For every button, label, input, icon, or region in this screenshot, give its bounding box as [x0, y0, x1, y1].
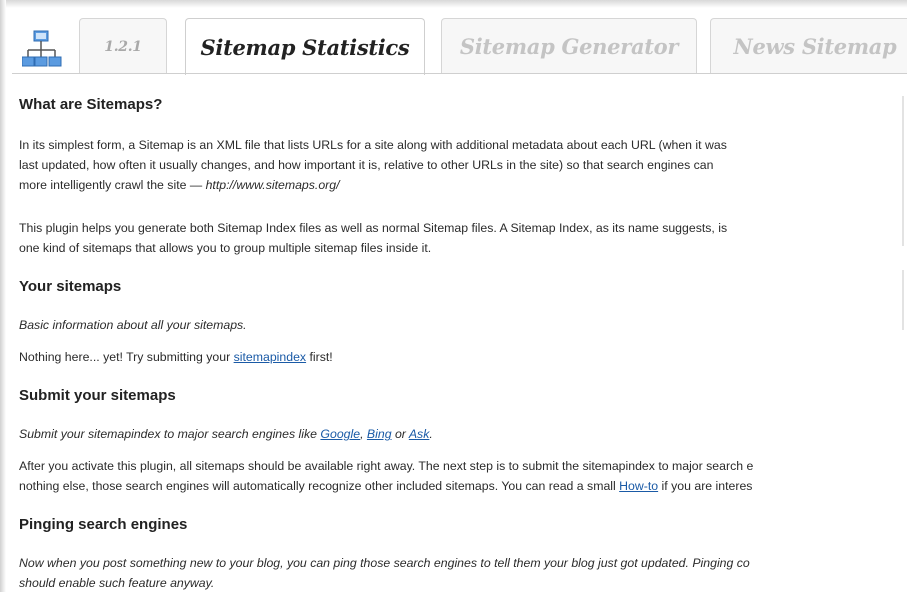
- no-sitemaps-message: Nothing here... yet! Try submitting your…: [19, 348, 333, 367]
- paragraph-line: Now when you post something new to your …: [19, 556, 750, 570]
- paragraph-line: After you activate this plugin, all site…: [19, 459, 754, 473]
- intro-text: Submit your sitemapindex to major search…: [19, 427, 321, 441]
- separator: .: [429, 427, 433, 441]
- sidebar-edge: [902, 96, 904, 246]
- tab-sitemap-generator[interactable]: Sitemap Generator: [441, 18, 697, 74]
- paragraph-text: nothing else, those search engines will …: [19, 479, 620, 493]
- your-sitemaps-subtitle: Basic information about all your sitemap…: [19, 318, 247, 332]
- sitemaps-org-reference: http://www.sitemaps.org/: [205, 178, 340, 192]
- heading-submit-your-sitemaps: Submit your sitemaps: [19, 387, 176, 404]
- paragraph-line: more intelligently crawl the site — http…: [19, 176, 340, 195]
- how-to-link[interactable]: How-to: [619, 479, 658, 493]
- tab-version[interactable]: 1.2.1: [79, 18, 167, 74]
- paragraph-line: one kind of sitemaps that allows you to …: [19, 241, 432, 255]
- bing-link[interactable]: Bing: [367, 427, 392, 441]
- paragraph-text: if you are interes: [658, 479, 753, 493]
- paragraph-text: more intelligently crawl the site —: [19, 178, 206, 192]
- paragraph-line: last updated, how often it usually chang…: [19, 158, 714, 172]
- google-link[interactable]: Google: [320, 427, 360, 441]
- separator: ,: [360, 427, 367, 441]
- sitemap-icon: [22, 30, 62, 67]
- tab-news-sitemap[interactable]: News Sitemap: [710, 18, 907, 74]
- heading-pinging-search-engines: Pinging search engines: [19, 516, 188, 533]
- message-text: first!: [306, 350, 333, 364]
- tab-sitemap-statistics[interactable]: Sitemap Statistics: [185, 18, 425, 75]
- heading-what-are-sitemaps: What are Sitemaps?: [19, 96, 163, 113]
- separator: or: [391, 427, 409, 441]
- paragraph-line: This plugin helps you generate both Site…: [19, 221, 728, 235]
- paragraph-line: should enable such feature anyway.: [19, 576, 215, 590]
- sitemapindex-link[interactable]: sitemapindex: [234, 350, 306, 364]
- paragraph-line: In its simplest form, a Sitemap is an XM…: [19, 138, 727, 152]
- sidebar-edge-lower: [902, 270, 904, 330]
- tab-bar: 1.2.1 Sitemap Statistics Sitemap Generat…: [0, 0, 907, 75]
- submit-intro: Submit your sitemapindex to major search…: [19, 425, 433, 444]
- window-left-shadow: [0, 0, 6, 592]
- paragraph-line: nothing else, those search engines will …: [19, 477, 752, 496]
- tab-bar-divider: [12, 73, 907, 74]
- heading-your-sitemaps: Your sitemaps: [19, 278, 122, 295]
- ask-link[interactable]: Ask: [409, 427, 430, 441]
- message-text: Nothing here... yet! Try submitting your: [19, 350, 234, 364]
